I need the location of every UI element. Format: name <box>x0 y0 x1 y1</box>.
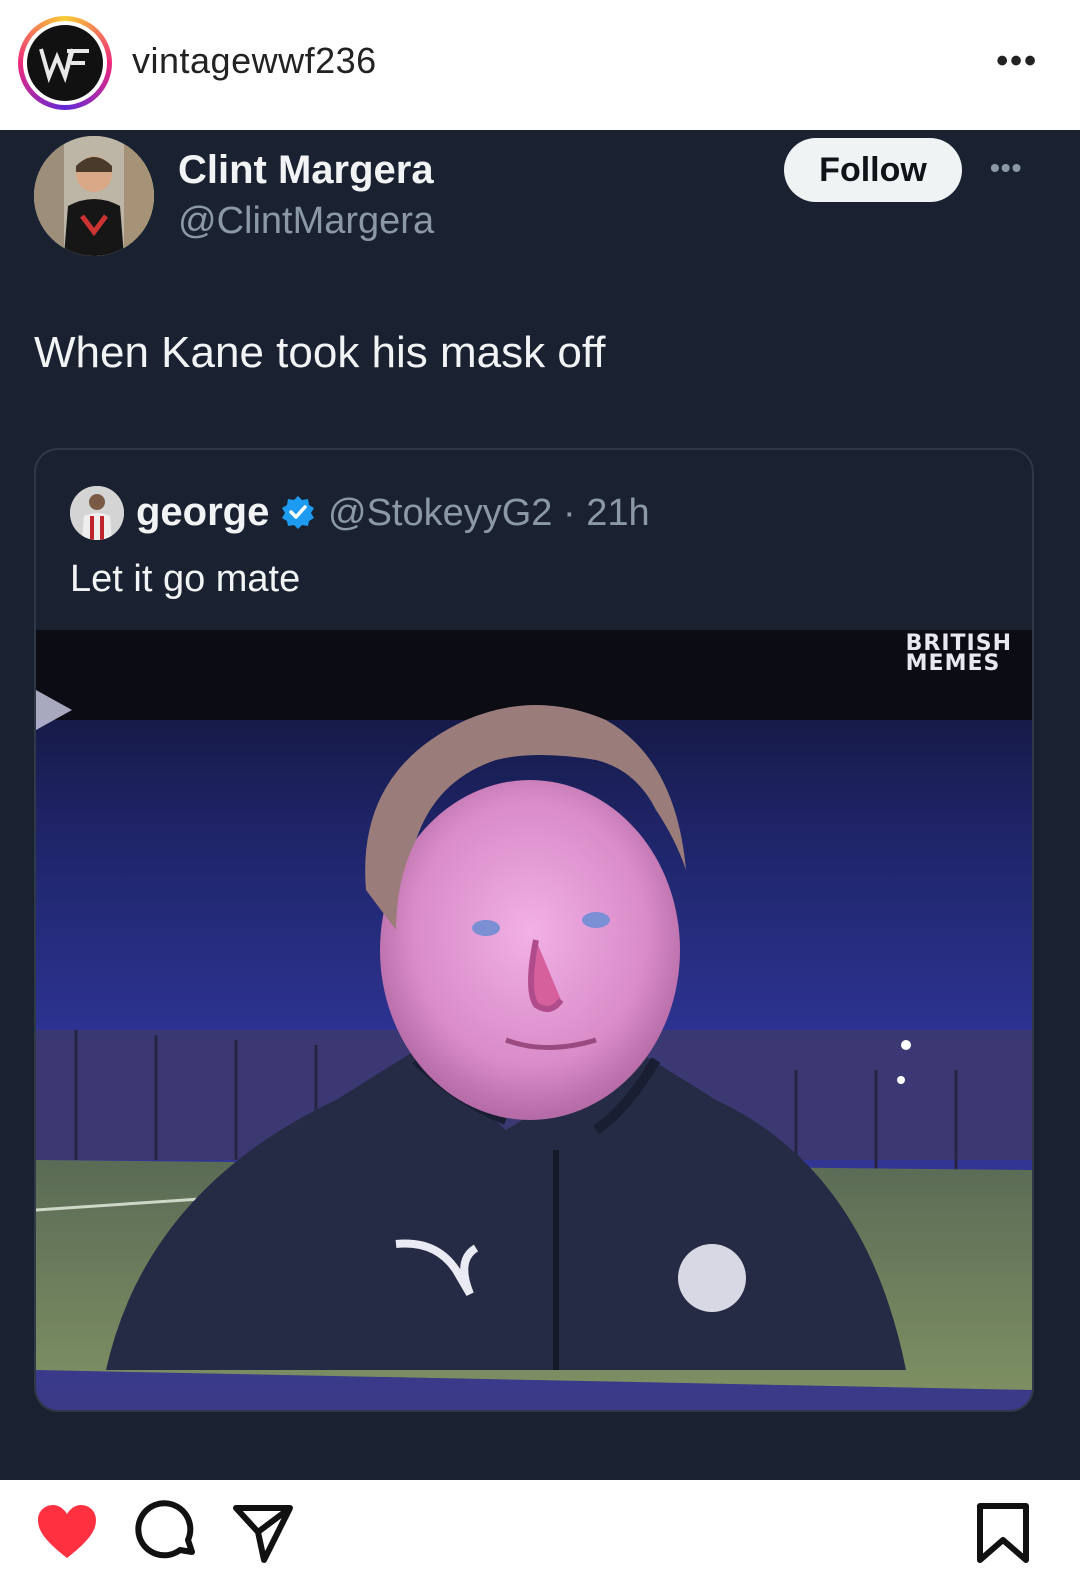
send-icon[interactable] <box>230 1500 296 1566</box>
more-dots-icon[interactable]: ••• <box>996 44 1038 78</box>
tweet-author-handle[interactable]: @ClintMargera <box>178 200 434 243</box>
post-action-bar <box>0 1480 1080 1590</box>
tweet-author-avatar[interactable] <box>34 136 154 256</box>
quoted-author-name: george <box>136 490 270 534</box>
post-header: vintagewwf236 ••• <box>0 0 1080 130</box>
wwf-logo <box>27 25 103 101</box>
post-username[interactable]: vintagewwf236 <box>132 40 377 82</box>
tweet-card: Clint Margera @ClintMargera Follow ••• W… <box>0 130 1080 1480</box>
quoted-author-handle-time: @StokeyyG2 · 21h <box>328 492 650 534</box>
profile-avatar[interactable] <box>18 16 112 110</box>
quoted-tweet-image[interactable]: BRITISH MEMES <box>36 630 1032 1410</box>
wwf-logo-icon <box>39 48 89 83</box>
comment-icon[interactable] <box>134 1500 200 1566</box>
image-watermark: BRITISH MEMES <box>905 631 1012 676</box>
tweet-text: When Kane took his mask off <box>34 328 606 377</box>
man-portrait-photo <box>36 630 1032 1410</box>
quoted-author-avatar <box>70 486 124 540</box>
tweet-author-name[interactable]: Clint Margera <box>178 148 434 193</box>
bookmark-icon[interactable] <box>970 1500 1036 1566</box>
heart-icon[interactable] <box>34 1500 100 1566</box>
verified-badge-icon <box>282 496 314 529</box>
quoted-tweet-text: Let it go mate <box>70 558 301 600</box>
tweet-more-icon[interactable]: ••• <box>990 152 1022 184</box>
quoted-tweet[interactable]: george @StokeyyG2 · 21h Let it go mate B… <box>34 448 1034 1412</box>
follow-button[interactable]: Follow <box>784 138 962 202</box>
